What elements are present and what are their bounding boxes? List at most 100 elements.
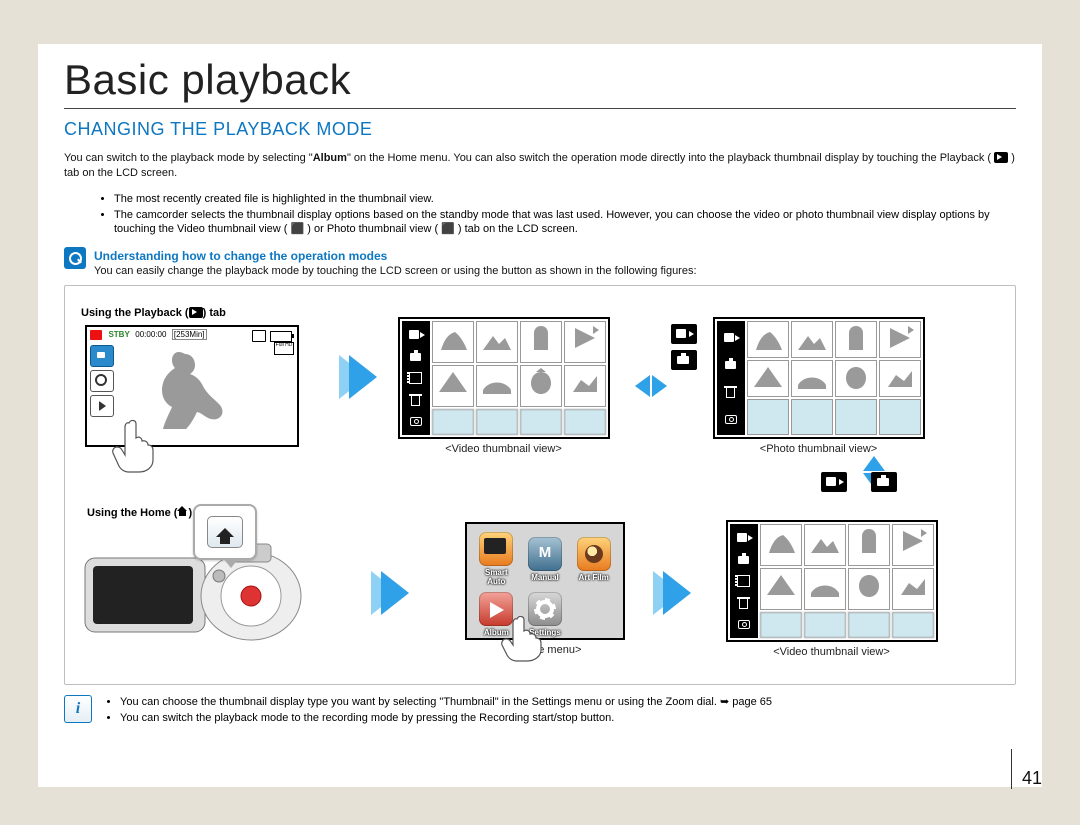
page-number: 41 bbox=[1011, 749, 1042, 789]
video-tab-icon[interactable] bbox=[734, 530, 754, 546]
fullhd-badge: Full HD bbox=[274, 342, 294, 355]
art-film-icon bbox=[577, 537, 611, 571]
side-btn-camera[interactable] bbox=[90, 345, 114, 367]
thumbnail-cell[interactable] bbox=[848, 612, 890, 638]
photo-thumb-panel: <Photo thumbnail view> bbox=[706, 317, 931, 455]
thumbnail-cell[interactable] bbox=[564, 365, 606, 407]
film-icon[interactable] bbox=[406, 370, 426, 386]
rec-status-time: 00:00:00 bbox=[135, 330, 166, 339]
trash-icon[interactable] bbox=[406, 392, 426, 408]
mid-swap-chips bbox=[671, 324, 697, 370]
photo-tab-icon[interactable] bbox=[734, 552, 754, 568]
camera-icon[interactable] bbox=[721, 411, 741, 427]
photo-thumb-caption: <Photo thumbnail view> bbox=[706, 443, 931, 455]
thumbnail-cell[interactable] bbox=[747, 399, 789, 436]
lcd-photo-thumbnails bbox=[713, 317, 925, 439]
thumbnail-cell[interactable] bbox=[848, 524, 890, 566]
touch-hand-icon bbox=[109, 417, 157, 473]
arrow-right-icon bbox=[349, 355, 377, 399]
manual-icon bbox=[528, 537, 562, 571]
video-tab-icon[interactable] bbox=[406, 327, 426, 343]
thumbnail-cell[interactable] bbox=[804, 524, 846, 566]
hm-label: Manual bbox=[531, 573, 559, 582]
intro-bullet-2: The camcorder selects the thumbnail disp… bbox=[114, 208, 1016, 238]
arrow-left-icon bbox=[635, 375, 650, 397]
thumbnail-cell[interactable] bbox=[879, 399, 921, 436]
thumbnail-cell[interactable] bbox=[747, 360, 789, 397]
thumbnail-cell[interactable] bbox=[520, 365, 562, 407]
thumbnail-cell[interactable] bbox=[879, 321, 921, 358]
home-menu-panel: Smart Auto Manual Art Film Album Setting… bbox=[455, 522, 635, 656]
arrow-right-small-icon bbox=[652, 375, 667, 397]
thumbnail-cell[interactable] bbox=[432, 409, 474, 435]
thumbnail-cell[interactable] bbox=[564, 409, 606, 435]
rec-status-remain: [253Min] bbox=[173, 330, 206, 339]
thumbnail-cell[interactable] bbox=[520, 409, 562, 435]
thumbnail-cell[interactable] bbox=[892, 524, 934, 566]
thumbnail-cell[interactable] bbox=[791, 399, 833, 436]
home-menu-item-manual[interactable]: Manual bbox=[524, 532, 567, 586]
page-title: Basic playback bbox=[64, 56, 1016, 104]
home-button-panel: Using the Home () button bbox=[75, 510, 335, 646]
thumbnail-cell[interactable] bbox=[804, 612, 846, 638]
thumbnail-cell[interactable] bbox=[564, 321, 606, 363]
footer-bullets: You can choose the thumbnail display typ… bbox=[102, 695, 772, 726]
thumbnail-cell[interactable] bbox=[476, 321, 518, 363]
home-menu-item-artfilm[interactable]: Art Film bbox=[572, 532, 615, 586]
trash-icon[interactable] bbox=[734, 595, 754, 611]
video-chip-icon bbox=[671, 324, 697, 344]
thumbnail-cell[interactable] bbox=[879, 360, 921, 397]
camera-icon[interactable] bbox=[734, 616, 754, 632]
photo-tab-icon[interactable] bbox=[406, 349, 426, 365]
subject-silhouette bbox=[145, 349, 235, 434]
thumbnail-cell[interactable] bbox=[432, 321, 474, 363]
callout-body: You can easily change the playback mode … bbox=[94, 265, 697, 277]
rec-indicator-icon bbox=[90, 330, 102, 340]
thumbnail-cell[interactable] bbox=[760, 568, 802, 610]
callout-text: Understanding how to change the operatio… bbox=[94, 247, 697, 277]
thumbnail-cell[interactable] bbox=[476, 409, 518, 435]
thumbnail-cell[interactable] bbox=[432, 365, 474, 407]
video-tab-icon[interactable] bbox=[721, 330, 741, 346]
thumbnail-cell[interactable] bbox=[892, 568, 934, 610]
callout-title: Understanding how to change the operatio… bbox=[94, 249, 697, 263]
home-menu-item-smartauto[interactable]: Smart Auto bbox=[475, 532, 518, 586]
thumbnail-cell[interactable] bbox=[520, 321, 562, 363]
thumbnail-cell[interactable] bbox=[791, 321, 833, 358]
thumbnail-cell[interactable] bbox=[835, 360, 877, 397]
thumbnail-cell[interactable] bbox=[747, 321, 789, 358]
trash-icon[interactable] bbox=[721, 384, 741, 400]
card-icon bbox=[252, 330, 266, 342]
side-btn-playback[interactable] bbox=[90, 395, 114, 417]
photo-chip-icon bbox=[671, 350, 697, 370]
battery-icon bbox=[270, 331, 292, 342]
arrow-right-icon bbox=[663, 571, 691, 615]
intro-paragraph: You can switch to the playback mode by s… bbox=[64, 151, 1016, 181]
hm-label: Art Film bbox=[579, 573, 609, 582]
thumbnail-cell[interactable] bbox=[791, 360, 833, 397]
lcd-video-thumbnails bbox=[398, 317, 610, 439]
photo-tab-icon[interactable] bbox=[721, 357, 741, 373]
thumbnail-cell[interactable] bbox=[760, 524, 802, 566]
thumb-sidebar bbox=[730, 524, 758, 638]
video-thumb-caption-2: <Video thumbnail view> bbox=[719, 646, 944, 658]
side-btn-zoom[interactable] bbox=[90, 370, 114, 392]
video-thumb-panel-2: <Video thumbnail view> bbox=[719, 520, 944, 658]
thumbnail-cell[interactable] bbox=[804, 568, 846, 610]
lcd-screen-standby: STBY 00:00:00 [253Min] Full HD bbox=[85, 325, 299, 447]
camera-icon[interactable] bbox=[406, 413, 426, 429]
home-button[interactable] bbox=[207, 516, 243, 548]
thumbnail-cell[interactable] bbox=[835, 321, 877, 358]
home-menu-caption: <Home menu> bbox=[455, 644, 635, 656]
figure-row-2: Using the Home () button bbox=[75, 478, 1005, 678]
arrow-right-icon bbox=[381, 571, 409, 615]
thumbnail-cell[interactable] bbox=[848, 568, 890, 610]
thumbnail-cell[interactable] bbox=[476, 365, 518, 407]
thumbnail-cell[interactable] bbox=[835, 399, 877, 436]
thumbnail-cell[interactable] bbox=[892, 612, 934, 638]
figure-row-1: Using the Playback () tab STBY 00:00:00 … bbox=[75, 292, 1005, 462]
callout: Understanding how to change the operatio… bbox=[64, 247, 1016, 277]
film-icon[interactable] bbox=[734, 573, 754, 589]
thumbnail-cell[interactable] bbox=[760, 612, 802, 638]
title-divider bbox=[64, 108, 1016, 109]
